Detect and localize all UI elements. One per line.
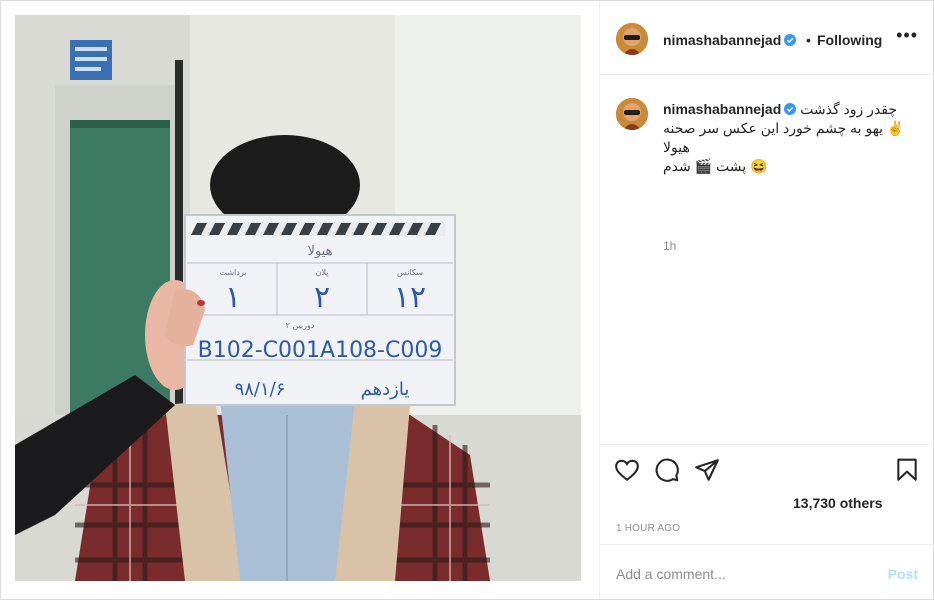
photo-scene: هیولا سکانس پلان برداشت ۱۲ ۲ ۱ دوربین ۲ … bbox=[15, 15, 581, 581]
caption-avatar[interactable] bbox=[616, 98, 648, 130]
caption-verified-icon bbox=[784, 103, 797, 115]
post-comment-button[interactable]: Post bbox=[888, 566, 918, 582]
slate-day: یازدهم bbox=[361, 379, 410, 400]
slate-label-take: برداشت bbox=[220, 268, 247, 277]
avatar-image bbox=[616, 23, 648, 55]
comment-input[interactable] bbox=[614, 563, 868, 585]
action-bar bbox=[600, 444, 934, 495]
slate-camera-label: دوربین ۲ bbox=[286, 321, 315, 330]
post-header: nimashabannejad • Following ••• bbox=[600, 1, 934, 75]
following-button[interactable]: Following bbox=[817, 32, 882, 48]
caption-line-2: ✌️ یهو به چشم خورد این عکس سر صحنه هیولا bbox=[663, 120, 905, 155]
author-username[interactable]: nimashabannejad bbox=[663, 32, 797, 48]
slate-take: ۱ bbox=[225, 280, 241, 315]
slate-plan: ۲ bbox=[314, 280, 330, 315]
comment-box: Post bbox=[600, 544, 934, 600]
caption-line-1: چقدر زود گذشت bbox=[800, 101, 898, 117]
post-sidebar: nimashabannejad • Following ••• nimashab… bbox=[599, 1, 934, 599]
slate-label-plan: پلان bbox=[316, 268, 329, 277]
share-icon[interactable] bbox=[694, 457, 720, 483]
post-timestamp[interactable]: 1 HOUR AGO bbox=[616, 523, 680, 534]
caption-line-3: 😆 پشت 🎬 شدم bbox=[663, 158, 768, 174]
caption-text: nimashabannejad چقدر زود گذشت ✌️ یهو به … bbox=[663, 100, 923, 176]
slate-title: هیولا bbox=[308, 244, 333, 259]
post-image[interactable]: هیولا سکانس پلان برداشت ۱۲ ۲ ۱ دوربین ۲ … bbox=[15, 15, 581, 581]
caption-avatar-image bbox=[616, 98, 648, 130]
slate-date: ۹۸/۱/۶ bbox=[235, 379, 286, 400]
slate-label-sequence: سکانس bbox=[397, 268, 423, 277]
likes-count[interactable]: 13,730 others bbox=[793, 495, 883, 511]
heart-icon[interactable] bbox=[614, 457, 640, 483]
comment-icon[interactable] bbox=[654, 457, 680, 483]
caption-time[interactable]: 1h bbox=[663, 239, 676, 253]
caption-username[interactable]: nimashabannejad bbox=[663, 101, 797, 117]
author-avatar[interactable] bbox=[616, 23, 648, 55]
caption-section: nimashabannejad چقدر زود گذشت ✌️ یهو به … bbox=[600, 75, 934, 445]
slate-sequence: ۱۲ bbox=[394, 280, 426, 315]
more-options-icon[interactable]: ••• bbox=[896, 25, 918, 46]
header-separator: • bbox=[806, 32, 811, 48]
post-card: هیولا سکانس پلان برداشت ۱۲ ۲ ۱ دوربین ۲ … bbox=[0, 0, 934, 600]
slate-code: B102-C001A108-C009 bbox=[198, 338, 443, 363]
author-username-text[interactable]: nimashabannejad bbox=[663, 32, 781, 48]
verified-badge-icon bbox=[784, 34, 797, 46]
caption-username-text[interactable]: nimashabannejad bbox=[663, 101, 781, 117]
bookmark-icon[interactable] bbox=[894, 457, 920, 483]
